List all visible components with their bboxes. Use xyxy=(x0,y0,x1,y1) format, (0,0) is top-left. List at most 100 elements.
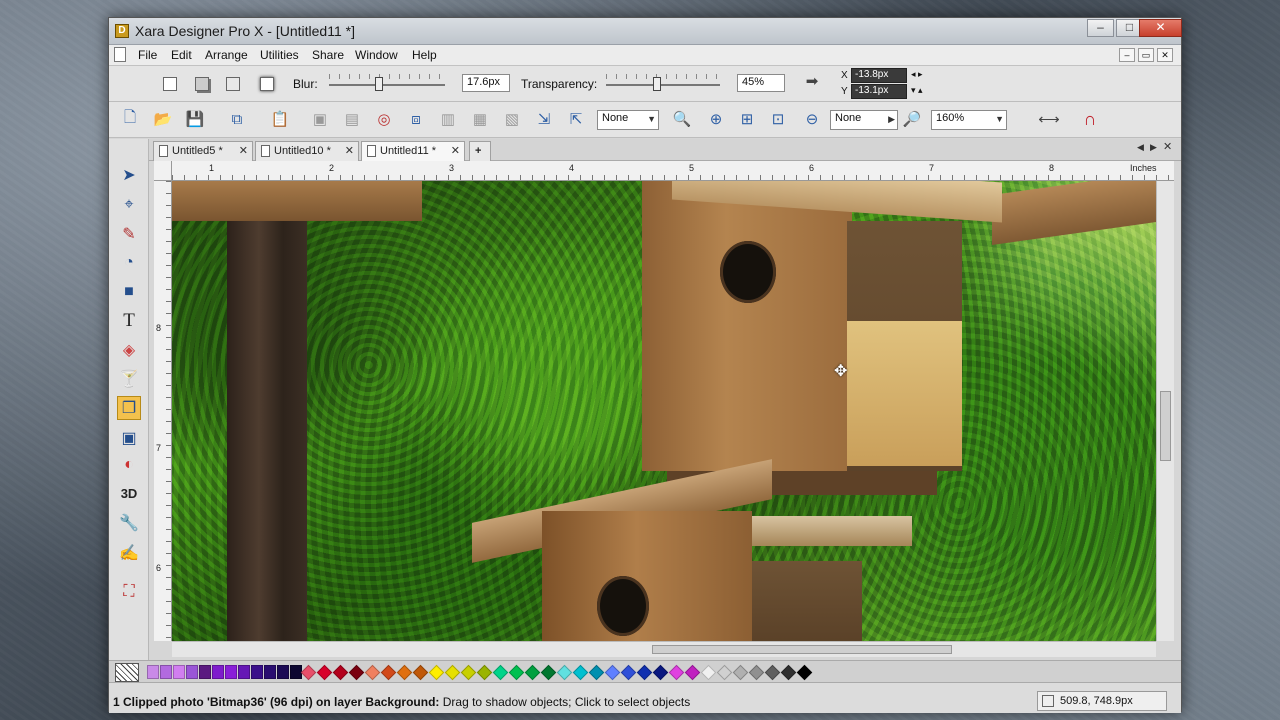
no-shadow-icon[interactable] xyxy=(163,77,177,91)
palette-swatch[interactable] xyxy=(652,664,669,681)
menu-arrange[interactable]: Arrange xyxy=(205,48,248,62)
palette-swatch[interactable] xyxy=(700,664,717,681)
vertical-scrollbar[interactable] xyxy=(1156,181,1174,641)
previous-zoom-icon[interactable]: ⊖ xyxy=(801,108,823,130)
ruler-origin[interactable] xyxy=(154,161,172,181)
close-button[interactable]: ✕ xyxy=(1139,19,1182,37)
fill-tool-icon[interactable]: ◈ xyxy=(117,338,141,362)
transparency-slider[interactable] xyxy=(606,84,720,86)
palette-swatch[interactable] xyxy=(780,664,797,681)
transparency-slider-thumb[interactable] xyxy=(653,77,661,91)
palette-swatch[interactable] xyxy=(173,665,185,679)
brush-tool-icon[interactable]: ✍ xyxy=(117,541,141,565)
palette-swatch[interactable] xyxy=(508,664,525,681)
blur-slider[interactable] xyxy=(329,84,445,86)
palette-swatch[interactable] xyxy=(604,664,621,681)
palette-swatch[interactable] xyxy=(796,664,813,681)
blur-value-field[interactable]: 17.6px xyxy=(462,74,510,92)
palette-swatch[interactable] xyxy=(636,664,653,681)
new-document-icon[interactable]: 🗋 xyxy=(119,108,141,130)
3d-extrude-tool-icon[interactable]: 3D xyxy=(117,481,141,505)
doc-close-button[interactable]: ✕ xyxy=(1157,48,1173,62)
palette-swatch[interactable] xyxy=(572,664,589,681)
palette-swatch[interactable] xyxy=(620,664,637,681)
palette-swatch[interactable] xyxy=(460,664,477,681)
palette-swatch[interactable] xyxy=(764,664,781,681)
palette-swatch[interactable] xyxy=(316,664,333,681)
x-offset-field[interactable]: -13.8px xyxy=(851,68,907,83)
palette-swatch[interactable] xyxy=(300,664,317,681)
palette-swatch[interactable] xyxy=(492,664,509,681)
palette-swatch[interactable] xyxy=(668,664,685,681)
y-offset-field[interactable]: -13.1px xyxy=(851,84,907,99)
close-all-tabs-icon[interactable]: ✕ xyxy=(1163,140,1172,153)
palette-swatch[interactable] xyxy=(524,664,541,681)
palette-swatch[interactable] xyxy=(412,664,429,681)
selector-tool-icon[interactable]: ➤ xyxy=(117,163,141,187)
x-spin-icon[interactable]: ◂ ▸ xyxy=(911,69,923,80)
copy-icon[interactable]: ⧉ xyxy=(226,108,248,130)
contour-tool-icon[interactable]: 🔧 xyxy=(117,511,141,535)
horizontal-scroll-thumb[interactable] xyxy=(652,645,952,654)
palette-swatch[interactable] xyxy=(160,665,172,679)
tab-prev-icon[interactable]: ◀ xyxy=(1137,142,1144,153)
palette-swatch[interactable] xyxy=(277,665,289,679)
zoom-preset-select[interactable]: None ▶ xyxy=(830,110,898,130)
close-icon[interactable]: ✕ xyxy=(345,144,354,157)
tab-untitled10[interactable]: Untitled10 * ✕ xyxy=(255,141,359,161)
new-tab-plus-icon[interactable]: + xyxy=(469,141,491,161)
blend-tool-icon[interactable]: ◐ xyxy=(117,453,141,477)
xara-app-icon[interactable]: D xyxy=(115,24,129,38)
palette-swatch[interactable] xyxy=(332,664,349,681)
bring-front-icon[interactable]: ⧈ xyxy=(405,108,427,130)
zoom-selected-icon[interactable]: ⊡ xyxy=(767,108,789,130)
doc-minimize-button[interactable]: – xyxy=(1119,48,1135,62)
palette-swatch[interactable] xyxy=(147,665,159,679)
palette-swatch[interactable] xyxy=(476,664,493,681)
palette-swatch[interactable] xyxy=(716,664,733,681)
palette-swatch[interactable] xyxy=(732,664,749,681)
palette-swatch[interactable] xyxy=(364,664,381,681)
transparency-tool-icon[interactable]: 🍸 xyxy=(117,367,141,391)
glow-shadow-icon[interactable] xyxy=(260,77,274,91)
palette-swatch[interactable] xyxy=(348,664,365,681)
drawing-canvas[interactable]: ✥ xyxy=(172,181,1156,641)
line-width-icon[interactable]: ⟷ xyxy=(1031,108,1067,130)
zoom-drawing-icon[interactable]: ⊞ xyxy=(736,108,758,130)
tab-untitled11[interactable]: Untitled11 * ✕ xyxy=(361,141,465,161)
zoom-level-select[interactable]: 160% ▼ xyxy=(931,110,1007,130)
document-menu-icon[interactable] xyxy=(114,47,126,62)
text-tool-icon[interactable]: T xyxy=(117,309,141,333)
menu-share[interactable]: Share xyxy=(312,48,344,62)
group-icon[interactable]: ▣ xyxy=(309,108,331,130)
bevel-tool-icon[interactable]: ▣ xyxy=(117,426,141,450)
palette-swatch[interactable] xyxy=(212,665,224,679)
zoom-in-icon[interactable]: 🔎 xyxy=(901,108,923,130)
palette-swatch[interactable] xyxy=(199,665,211,679)
horizontal-ruler[interactable]: 1 2 3 4 5 6 7 8 Inches xyxy=(172,161,1174,181)
palette-swatch[interactable] xyxy=(251,665,263,679)
menu-utilities[interactable]: Utilities xyxy=(260,48,299,62)
palette-swatch[interactable] xyxy=(748,664,765,681)
rectangle-tool-icon[interactable]: ■ xyxy=(117,280,141,304)
palette-swatch[interactable] xyxy=(684,664,701,681)
feather-select[interactable]: None ▼ xyxy=(597,110,659,130)
menu-edit[interactable]: Edit xyxy=(171,48,192,62)
freehand-tool-icon[interactable]: ✎ xyxy=(117,222,141,246)
palette-swatch[interactable] xyxy=(380,664,397,681)
palette-swatch[interactable] xyxy=(556,664,573,681)
save-icon[interactable]: 💾 xyxy=(184,108,206,130)
transparency-type-arrow-icon[interactable]: ➡ xyxy=(801,70,823,92)
send-back-icon[interactable]: ▧ xyxy=(501,108,523,130)
palette-swatch[interactable] xyxy=(428,664,445,681)
photo-tool-icon[interactable]: ⛶ xyxy=(117,580,141,604)
blur-slider-thumb[interactable] xyxy=(375,77,383,91)
shadow-tool-icon[interactable]: ❐ xyxy=(117,396,141,420)
palette-swatch[interactable] xyxy=(396,664,413,681)
tab-untitled5[interactable]: Untitled5 * ✕ xyxy=(153,141,253,161)
zoom-100-icon[interactable]: ⊕ xyxy=(705,108,727,130)
palette-swatch[interactable] xyxy=(264,665,276,679)
close-icon[interactable]: ✕ xyxy=(451,144,460,157)
vertical-scroll-thumb[interactable] xyxy=(1160,391,1171,461)
palette-swatch[interactable] xyxy=(540,664,557,681)
